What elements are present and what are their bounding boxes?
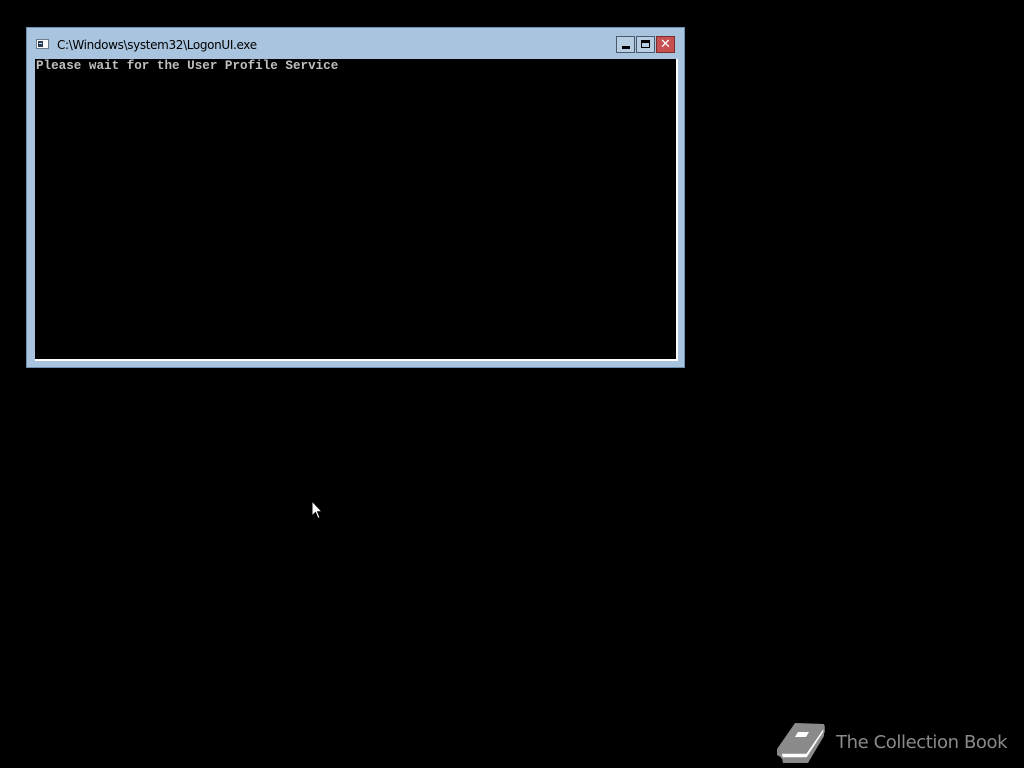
close-button[interactable]: ✕ xyxy=(656,36,675,53)
close-icon: ✕ xyxy=(660,37,671,52)
console-app-icon[interactable] xyxy=(36,39,49,49)
caption-buttons: ✕ xyxy=(616,36,675,55)
minimize-button[interactable] xyxy=(616,36,635,53)
minimize-icon xyxy=(622,46,630,49)
window-title: C:\Windows\system32\LogonUI.exe xyxy=(57,38,257,52)
console-output[interactable]: Please wait for the User Profile Service xyxy=(35,59,678,361)
book-icon xyxy=(777,723,825,763)
title-bar[interactable]: C:\Windows\system32\LogonUI.exe ✕ xyxy=(27,28,684,59)
console-window: C:\Windows\system32\LogonUI.exe ✕ Please… xyxy=(26,27,685,368)
watermark: The Collection Book xyxy=(773,719,1013,767)
maximize-icon xyxy=(641,40,650,48)
desktop: C:\Windows\system32\LogonUI.exe ✕ Please… xyxy=(0,0,1024,768)
maximize-button[interactable] xyxy=(636,36,655,53)
mouse-cursor-icon xyxy=(311,500,323,520)
console-line: Please wait for the User Profile Service xyxy=(36,59,339,73)
watermark-text: The Collection Book xyxy=(836,732,1008,753)
